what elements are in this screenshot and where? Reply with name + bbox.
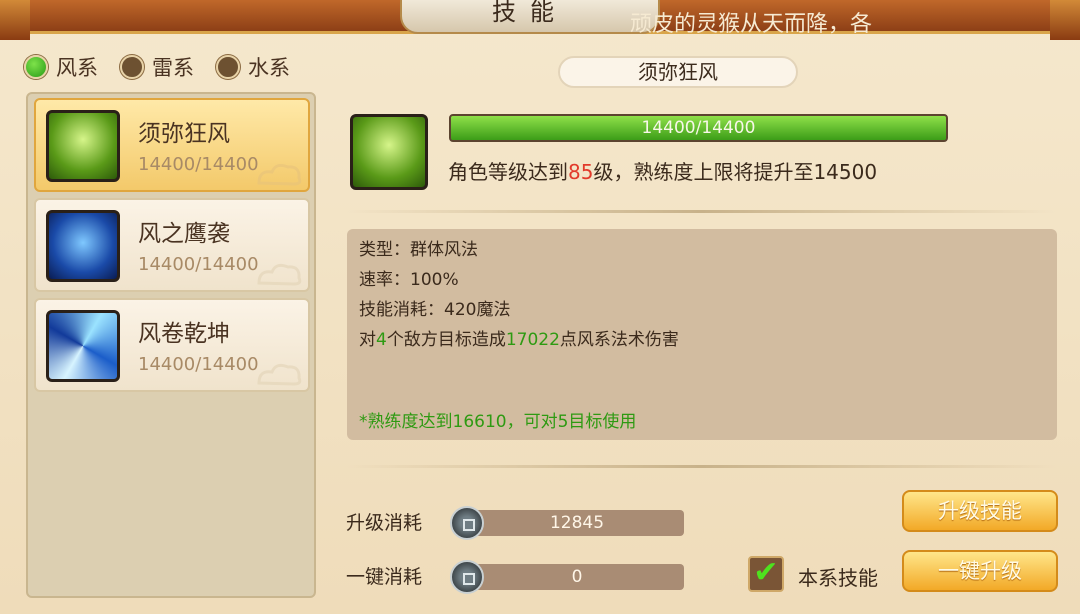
skill-name: 风之鹰袭	[138, 221, 230, 247]
tab-thunder[interactable]: 雷系	[120, 52, 194, 82]
upgrade-cost-label: 升级消耗	[346, 512, 423, 534]
level-hint-suffix: 级，熟练度上限将提升至14500	[593, 160, 878, 184]
eagle-icon	[46, 210, 120, 282]
divider	[346, 465, 1056, 468]
skill-list: 须弥狂风 14400/14400 风之鹰袭 14400/14400 风卷乾坤 1…	[26, 92, 316, 598]
effect-damage: 17022	[505, 330, 560, 350]
effect-middle: 个敌方目标造成	[386, 330, 506, 350]
upgrade-skill-button[interactable]: 升级技能	[902, 490, 1058, 532]
onekey-upgrade-button[interactable]: 一键升级	[902, 550, 1058, 592]
effect-suffix: 点风系法术伤害	[559, 330, 679, 350]
skill-proficiency: 14400/14400	[138, 354, 259, 375]
level-value: 85	[568, 160, 594, 184]
radio-dot-icon	[216, 55, 240, 79]
checkbox-label: 本系技能	[798, 566, 878, 590]
checkmark-icon: ✔	[753, 555, 779, 590]
cloud-ornament-icon	[257, 263, 302, 286]
radio-dot-icon	[120, 55, 144, 79]
proficiency-bar: 14400/14400	[449, 114, 948, 142]
cost-line: 技能消耗：420魔法	[359, 300, 511, 320]
coin-icon	[450, 560, 484, 594]
effect-prefix: 对	[359, 330, 376, 350]
tab-water[interactable]: 水系	[216, 52, 290, 82]
skill-proficiency: 14400/14400	[138, 154, 259, 175]
effect-targets: 4	[376, 330, 387, 350]
level-hint: 角色等级达到85级，熟练度上限将提升至14500	[448, 156, 877, 185]
divider	[346, 210, 1056, 213]
tornado-icon	[46, 110, 120, 182]
effect-line: 对4个敌方目标造成17022点风系法术伤害	[359, 325, 1045, 355]
element-tabs: 风系 雷系 水系	[24, 52, 290, 82]
tab-label: 水系	[248, 56, 290, 80]
skill-name: 须弥狂风	[138, 121, 230, 147]
swirl-icon	[46, 310, 120, 382]
upgrade-cost-value: 12845	[470, 510, 684, 536]
marquee-text: 顽皮的灵猴从天而降，各	[630, 12, 873, 37]
upgrade-note: *熟练度达到16610，可对5目标使用	[359, 412, 637, 432]
level-hint-prefix: 角色等级达到	[448, 160, 568, 184]
onekey-cost-value: 0	[470, 564, 684, 590]
onekey-cost-label: 一键消耗	[346, 566, 423, 588]
skill-proficiency: 14400/14400	[138, 254, 259, 275]
rate-line: 速率：100%	[359, 270, 459, 290]
tab-label: 风系	[56, 56, 98, 80]
skill-window: 技能 顽皮的灵猴从天而降，各 风系 雷系 水系 须弥狂风 14400/14400…	[0, 0, 1080, 614]
tab-label: 雷系	[152, 56, 194, 80]
cloud-ornament-icon	[257, 163, 302, 186]
window-title: 技能	[400, 0, 660, 34]
cloud-ornament-icon	[257, 363, 302, 386]
radio-dot-icon	[24, 55, 48, 79]
left-ornament	[0, 0, 30, 40]
same-element-checkbox[interactable]: ✔	[748, 556, 784, 592]
tornado-icon	[350, 114, 428, 190]
skill-list-item[interactable]: 须弥狂风 14400/14400	[34, 98, 310, 192]
type-line: 类型：群体风法	[359, 240, 478, 260]
right-ornament	[1050, 0, 1080, 40]
skill-list-item[interactable]: 风之鹰袭 14400/14400	[34, 198, 310, 292]
selected-skill-name: 须弥狂风	[558, 56, 798, 88]
skill-description: 类型：群体风法 速率：100% 技能消耗：420魔法 对4个敌方目标造成1702…	[347, 229, 1057, 440]
coin-icon	[450, 506, 484, 540]
proficiency-text: 14400/14400	[641, 118, 756, 138]
skill-name: 风卷乾坤	[138, 321, 230, 347]
skill-list-item[interactable]: 风卷乾坤 14400/14400	[34, 298, 310, 392]
tab-wind[interactable]: 风系	[24, 52, 98, 82]
